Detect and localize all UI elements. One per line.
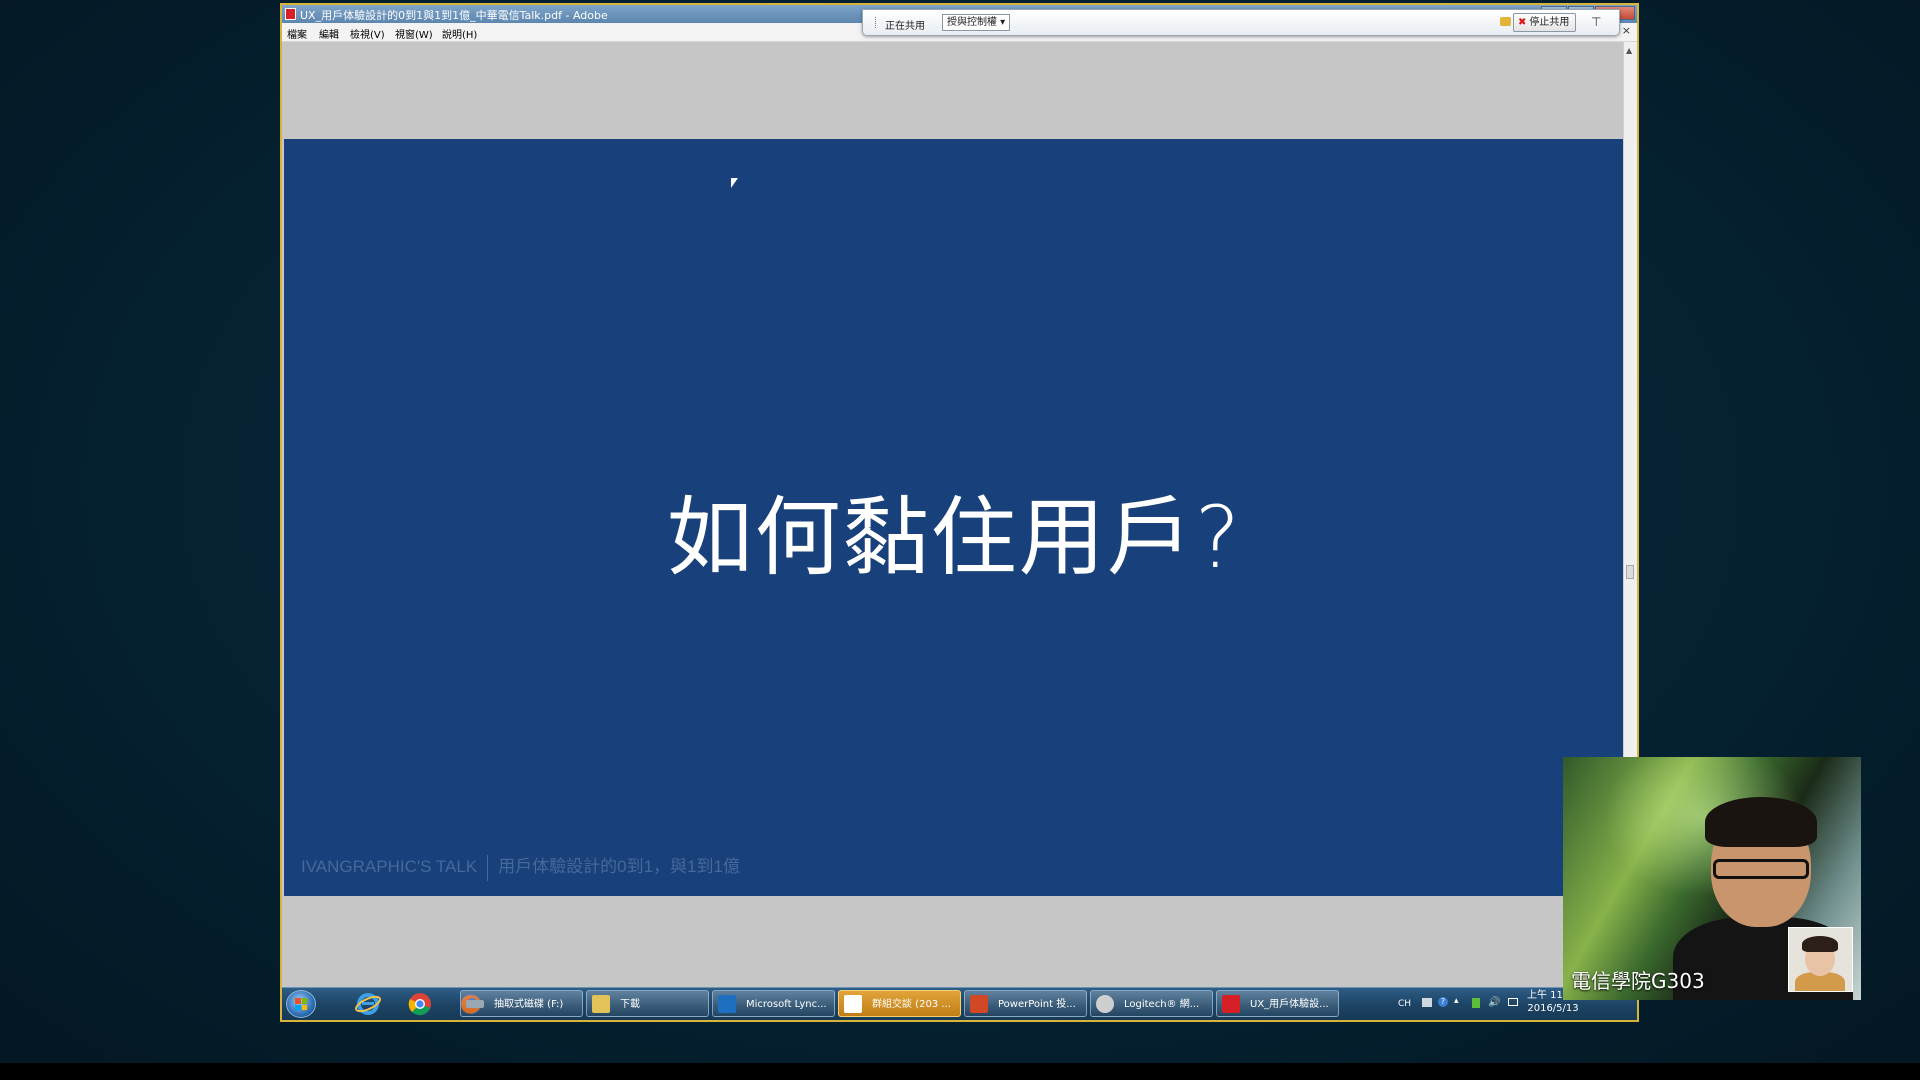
pushpin-icon[interactable]: ⊤ xyxy=(1591,15,1601,29)
sharing-status-label: 正在共用 xyxy=(885,21,925,32)
chrome-icon[interactable] xyxy=(406,991,434,1017)
windows-taskbar: 抽取式磁碟 (F:) 下載 Microsoft Lync... 群組交談 (20… xyxy=(282,987,1637,1020)
keyboard-icon[interactable] xyxy=(1422,998,1432,1007)
task-downloads-folder[interactable]: 下載 xyxy=(586,990,709,1017)
pdf-icon xyxy=(285,8,296,20)
menu-file[interactable]: 檔案 xyxy=(287,26,307,41)
task-label: Logitech® 網... xyxy=(1124,999,1200,1010)
stop-icon: ✖ xyxy=(1518,17,1527,28)
task-label: Microsoft Lync... xyxy=(746,999,827,1010)
footer-divider xyxy=(487,854,489,881)
screen-share-toolbar: 正在共用 授與控制權 ▾ ✖ 停止共用 ⊤ xyxy=(862,9,1620,36)
pdf-icon xyxy=(1222,995,1240,1013)
webcam-video-overlay: 電信學院G303 xyxy=(1563,757,1861,1000)
window-title: UX_用戶体驗設計的0到1與1到1億_中華電信Talk.pdf - Adobe xyxy=(300,9,608,22)
give-control-dropdown[interactable]: 授與控制權 ▾ xyxy=(942,14,1011,31)
tray-language[interactable]: CH xyxy=(1398,999,1411,1009)
slide-title: 如何黏住用戶? xyxy=(666,488,1243,588)
task-powerpoint[interactable]: PowerPoint 投... xyxy=(964,990,1087,1017)
footer-subtitle: 用戶体驗設計的0到1，與1到1億 xyxy=(498,857,740,876)
show-hidden-icons-icon[interactable]: ▴ xyxy=(1454,996,1459,1006)
stop-sharing-button[interactable]: ✖ 停止共用 xyxy=(1513,13,1577,32)
help-icon[interactable]: ? xyxy=(1438,997,1448,1007)
presenter-hair xyxy=(1705,797,1817,847)
windows-logo-icon xyxy=(295,998,307,1010)
webcam-name-label: 電信學院G303 xyxy=(1571,969,1705,993)
pdf-viewer-area: 如何黏住用戶? IVANGRAPHIC'S TALK 用戶体驗設計的0到1，與1到… xyxy=(284,42,1625,999)
task-label: 群組交談 (203 ... xyxy=(872,999,951,1010)
menu-edit[interactable]: 編輯 xyxy=(319,26,339,41)
menu-window[interactable]: 視窗(W) xyxy=(395,26,433,41)
toolbar-grip-handle[interactable] xyxy=(875,17,878,28)
menu-view[interactable]: 檢視(V) xyxy=(350,26,385,41)
task-group-chat[interactable]: 群組交談 (203 ... xyxy=(838,990,961,1017)
shared-remote-desktop: UX_用戶体驗設計的0到1與1到1億_中華電信Talk.pdf - Adobe … xyxy=(280,3,1639,1022)
lync-icon xyxy=(718,995,736,1013)
powerpoint-icon xyxy=(970,995,988,1013)
drive-icon xyxy=(466,1000,484,1008)
menu-help[interactable]: 說明(H) xyxy=(442,26,477,41)
screen-bottom-bar xyxy=(0,1063,1920,1080)
volume-icon[interactable]: 🔊 xyxy=(1488,997,1500,1008)
document-close-icon[interactable]: × xyxy=(1622,24,1631,37)
task-label: PowerPoint 投... xyxy=(998,999,1076,1010)
footer-brand: IVANGRAPHIC'S TALK xyxy=(301,857,478,876)
security-icon[interactable] xyxy=(1472,998,1480,1008)
chat-icon[interactable] xyxy=(1500,17,1511,26)
pip-hair xyxy=(1802,936,1838,952)
scrollbar-thumb[interactable] xyxy=(1626,565,1634,579)
task-adobe-pdf[interactable]: UX_用戶体驗設... xyxy=(1216,990,1339,1017)
task-removable-drive[interactable]: 抽取式磁碟 (F:) xyxy=(460,990,583,1017)
logitech-icon xyxy=(1096,995,1114,1013)
task-lync[interactable]: Microsoft Lync... xyxy=(712,990,835,1017)
clock-date: 2016/5/13 xyxy=(1527,1003,1579,1014)
task-label: 抽取式磁碟 (F:) xyxy=(494,999,564,1010)
network-icon[interactable] xyxy=(1508,998,1518,1006)
internet-explorer-icon[interactable] xyxy=(354,991,382,1017)
task-label: 下載 xyxy=(620,999,640,1010)
task-label: UX_用戶体驗設... xyxy=(1250,999,1329,1010)
chat-icon xyxy=(844,995,862,1013)
self-view-thumbnail[interactable] xyxy=(1788,927,1853,992)
task-logitech[interactable]: Logitech® 網... xyxy=(1090,990,1213,1017)
start-button[interactable] xyxy=(286,990,316,1018)
mouse-cursor-icon xyxy=(731,178,738,188)
slide-footer: IVANGRAPHIC'S TALK 用戶体驗設計的0到1，與1到1億 xyxy=(301,852,740,881)
stop-sharing-label: 停止共用 xyxy=(1529,17,1570,28)
folder-icon xyxy=(592,995,610,1013)
presenter-glasses xyxy=(1713,859,1809,879)
slide-page: 如何黏住用戶? IVANGRAPHIC'S TALK 用戶体驗設計的0到1，與1到… xyxy=(284,139,1625,896)
scroll-up-icon[interactable]: ▲ xyxy=(1626,46,1632,55)
